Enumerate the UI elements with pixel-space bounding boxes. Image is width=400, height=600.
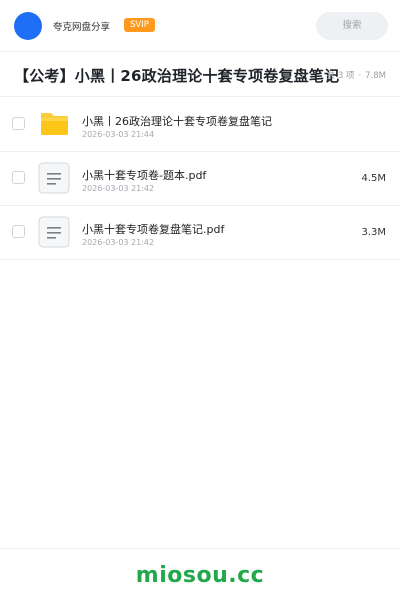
select-checkbox[interactable] bbox=[12, 117, 25, 130]
header: 夸克网盘分享 SVIP 搜索 bbox=[0, 0, 400, 52]
list-item[interactable]: 小黑丨26政治理论十套专项卷复盘笔记 2026-03-03 21:44 bbox=[0, 98, 400, 152]
item-count: 共 3 项 bbox=[326, 71, 355, 81]
sharer-name[interactable]: 夸克网盘分享 bbox=[53, 19, 110, 33]
file-name[interactable]: 小黑十套专项卷-题本.pdf bbox=[82, 167, 206, 183]
file-size: 3.3M bbox=[361, 227, 386, 238]
search-input[interactable]: 搜索 bbox=[316, 12, 388, 40]
total-size: 7.8M bbox=[365, 71, 386, 81]
file-date: 2026-03-03 21:42 bbox=[82, 184, 155, 193]
page-title: 【公考】小黑丨26政治理论十套专项卷复盘笔记 bbox=[14, 67, 340, 85]
folder-meta: 共 3 项 · 7.8M bbox=[327, 69, 386, 81]
site-brand[interactable]: miosou.cc bbox=[0, 563, 400, 588]
meta-separator: · bbox=[358, 71, 362, 81]
document-icon bbox=[38, 216, 70, 248]
file-date: 2026-03-03 21:42 bbox=[82, 238, 155, 247]
folder-header: 【公考】小黑丨26政治理论十套专项卷复盘笔记 共 3 项 · 7.8M bbox=[0, 53, 400, 97]
svip-badge: SVIP bbox=[124, 18, 155, 32]
footer: miosou.cc bbox=[0, 548, 400, 600]
avatar[interactable] bbox=[14, 12, 42, 40]
file-list: 小黑丨26政治理论十套专项卷复盘笔记 2026-03-03 21:44 小黑十套… bbox=[0, 98, 400, 260]
list-item[interactable]: 小黑十套专项卷复盘笔记.pdf 2026-03-03 21:42 3.3M bbox=[0, 206, 400, 260]
list-item[interactable]: 小黑十套专项卷-题本.pdf 2026-03-03 21:42 4.5M bbox=[0, 152, 400, 206]
select-checkbox[interactable] bbox=[12, 171, 25, 184]
file-date: 2026-03-03 21:44 bbox=[82, 130, 155, 139]
share-page: 夸克网盘分享 SVIP 搜索 【公考】小黑丨26政治理论十套专项卷复盘笔记 共 … bbox=[0, 0, 400, 600]
select-checkbox[interactable] bbox=[12, 225, 25, 238]
document-icon bbox=[38, 162, 70, 194]
folder-icon bbox=[38, 108, 70, 140]
file-name[interactable]: 小黑十套专项卷复盘笔记.pdf bbox=[82, 221, 224, 237]
file-name[interactable]: 小黑丨26政治理论十套专项卷复盘笔记 bbox=[82, 113, 272, 129]
file-size: 4.5M bbox=[361, 173, 386, 184]
